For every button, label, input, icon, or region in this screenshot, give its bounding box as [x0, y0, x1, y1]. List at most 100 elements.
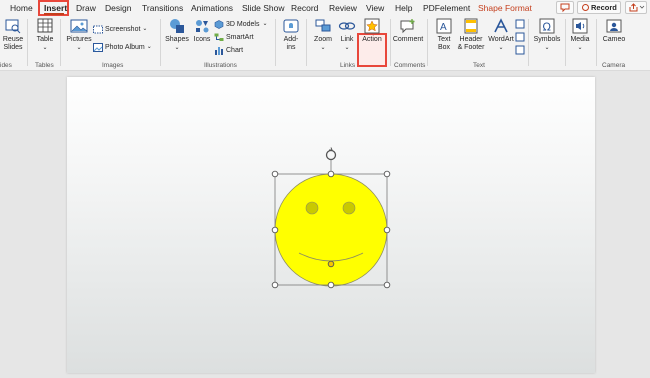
chart-button[interactable]: Chart [214, 46, 243, 55]
header-footer-icon [464, 18, 478, 34]
header-footer-button[interactable]: Header & Footer [456, 18, 486, 52]
smartart-icon [214, 33, 224, 41]
screenshot-label: Screenshot [105, 26, 141, 33]
ribbon: Reuse Slides Table ⌄ Pictures ⌄ Screensh… [0, 16, 650, 71]
text-extras-icons [515, 19, 525, 60]
omega-icon: Ω [539, 18, 555, 34]
smiley-left-eye [305, 201, 319, 215]
media-button[interactable]: Media ⌄ [568, 18, 592, 52]
record-label: Record [591, 3, 617, 12]
share-icon [629, 3, 645, 12]
group-separator [60, 19, 61, 66]
3d-models-button[interactable]: 3D Models ⌄ [214, 20, 268, 29]
header-footer-label: Header & Footer [457, 36, 485, 51]
reuse-slides-icon [5, 19, 21, 34]
comment-button[interactable]: Comment [392, 18, 424, 44]
group-label-tables: Tables [35, 62, 54, 69]
resize-handle-right[interactable] [383, 226, 391, 234]
tab-home[interactable]: Home [10, 3, 33, 13]
photo-album-button[interactable]: Photo Album ⌄ [93, 43, 152, 52]
chevron-down-icon: ⌄ [42, 45, 48, 51]
icons-label: Icons [193, 36, 211, 43]
comments-button[interactable] [556, 1, 574, 14]
resize-handle-top-right[interactable] [383, 170, 391, 178]
wordart-icon [494, 18, 508, 33]
tab-draw[interactable]: Draw [76, 3, 96, 13]
resize-handle-bottom-right[interactable] [383, 281, 391, 289]
share-button[interactable] [625, 1, 647, 14]
tab-design[interactable]: Design [105, 3, 131, 13]
tab-record[interactable]: Record [291, 3, 318, 13]
group-separator [27, 19, 28, 66]
add-ins-button[interactable]: Add- ins [280, 18, 302, 52]
tab-animations[interactable]: Animations [191, 3, 233, 13]
tab-shape-format[interactable]: Shape Format [478, 3, 532, 13]
cameo-label: Cameo [602, 36, 626, 43]
comment-plus-icon [400, 19, 415, 34]
smiley-shape[interactable] [274, 173, 388, 287]
tab-view[interactable]: View [366, 3, 384, 13]
tab-underline [44, 13, 64, 15]
resize-handle-top-left[interactable] [271, 170, 279, 178]
slide-content [271, 147, 391, 289]
chevron-down-icon: ⌄ [142, 26, 148, 32]
chevron-down-icon: ⌄ [262, 21, 268, 27]
adjustment-handle[interactable] [327, 260, 335, 268]
ribbon-tabs: Home Insert Draw Design Transitions Anim… [0, 0, 650, 16]
smartart-button[interactable]: SmartArt [214, 33, 254, 42]
smiley-face[interactable] [274, 173, 388, 287]
group-label-text: Text [473, 62, 485, 69]
record-button[interactable]: Record [577, 1, 621, 14]
wordart-button[interactable]: WordArt ⌄ [487, 18, 515, 52]
group-separator [306, 19, 307, 66]
resize-handle-bottom[interactable] [327, 281, 335, 289]
shapes-label: Shapes [165, 36, 189, 43]
group-label-illustrations: Illustrations [204, 62, 237, 69]
cube-icon [214, 20, 224, 29]
pictures-button[interactable]: Pictures ⌄ [65, 18, 93, 52]
star-icon [364, 18, 380, 34]
resize-handle-top[interactable] [327, 170, 335, 178]
zoom-button[interactable]: Zoom ⌄ [311, 18, 335, 52]
link-button[interactable]: Link ⌄ [337, 18, 357, 52]
media-label: Media [570, 36, 590, 43]
group-label-comments: Comments [394, 62, 426, 69]
action-button[interactable]: Action [359, 18, 385, 44]
chevron-down-icon: ⌄ [577, 45, 583, 51]
tab-slide-show[interactable]: Slide Show [242, 3, 285, 13]
reuse-slides-label: Reuse Slides [2, 36, 24, 51]
screenshot-button[interactable]: Screenshot ⌄ [93, 25, 147, 34]
link-icon [338, 22, 356, 30]
add-ins-icon [283, 19, 299, 33]
shapes-icon [170, 19, 184, 33]
rotate-handle-icon[interactable] [325, 147, 337, 161]
slide[interactable] [67, 77, 595, 373]
group-separator [427, 19, 428, 66]
reuse-slides-button[interactable]: Reuse Slides [2, 18, 24, 52]
table-icon [37, 18, 53, 33]
record-icon [582, 4, 589, 11]
tab-pdfelement[interactable]: PDFelement [423, 3, 470, 13]
group-separator [565, 19, 566, 66]
group-label-links: Links [340, 62, 356, 69]
text-box-button[interactable]: A Text Box [432, 18, 456, 52]
icons-button[interactable]: Icons [192, 18, 212, 44]
tab-insert[interactable]: Insert [44, 3, 67, 13]
tab-transitions[interactable]: Transitions [142, 3, 183, 13]
chevron-down-icon: ⌄ [498, 45, 504, 51]
resize-handle-bottom-left[interactable] [271, 281, 279, 289]
pictures-label: Pictures [66, 36, 92, 43]
chevron-down-icon: ⌄ [76, 45, 82, 51]
group-separator [275, 19, 276, 66]
resize-handle-left[interactable] [271, 226, 279, 234]
text-extras-icon[interactable] [515, 19, 525, 55]
slide-canvas [0, 72, 650, 378]
cameo-button[interactable]: Cameo [600, 18, 628, 44]
symbols-button[interactable]: Ω Symbols ⌄ [533, 18, 561, 52]
comment-icon [560, 3, 570, 13]
tab-review[interactable]: Review [329, 3, 357, 13]
tab-help[interactable]: Help [395, 3, 412, 13]
group-separator [160, 19, 161, 66]
shapes-button[interactable]: Shapes ⌄ [165, 18, 189, 52]
table-button[interactable]: Table ⌄ [33, 18, 57, 52]
